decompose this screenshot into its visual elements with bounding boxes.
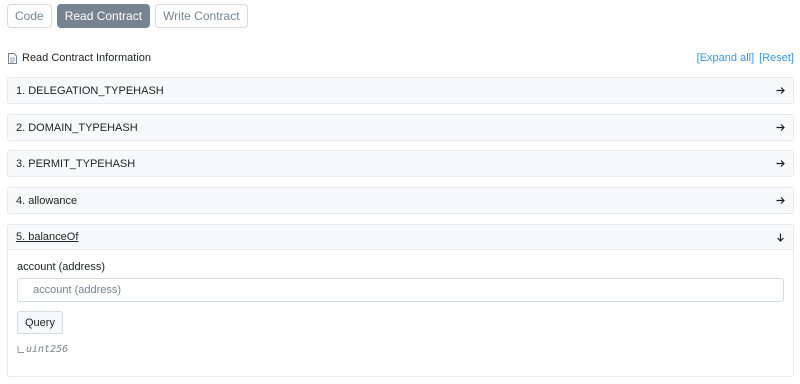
function-header-allowance[interactable]: 4. allowance [8, 188, 793, 213]
arrow-right-icon [776, 197, 785, 204]
function-header-domain-typehash[interactable]: 2. DOMAIN_TYPEHASH [8, 115, 793, 140]
function-panel-4: 4. allowance [7, 187, 794, 214]
function-header-permit-typehash[interactable]: 3. PERMIT_TYPEHASH [8, 151, 793, 176]
function-title: 2. DOMAIN_TYPEHASH [16, 121, 138, 134]
function-panel-2: 2. DOMAIN_TYPEHASH [7, 114, 794, 141]
output-row: uint256 [17, 344, 784, 355]
arrow-down-icon [777, 233, 784, 242]
output-type: uint256 [26, 344, 69, 355]
contract-tabs: Code Read Contract Write Contract [7, 4, 248, 28]
arrow-right-icon [776, 87, 785, 94]
function-panel-1: 1. DELEGATION_TYPEHASH [7, 77, 794, 104]
function-header-balanceof[interactable]: 5. balanceOf [8, 225, 793, 250]
arrow-right-icon [776, 160, 785, 167]
read-contract-info-row: Read Contract Information [Expand all] [… [8, 50, 794, 66]
function-title: 1. DELEGATION_TYPEHASH [16, 84, 164, 97]
function-panel-5: 5. balanceOf account (address) Query uin… [7, 224, 794, 377]
account-field-label: account (address) [17, 261, 106, 273]
tab-code[interactable]: Code [7, 4, 52, 28]
function-header-delegation-typehash[interactable]: 1. DELEGATION_TYPEHASH [8, 78, 793, 103]
arrow-right-icon [776, 124, 785, 131]
expand-all-link[interactable]: [Expand all] [697, 52, 754, 64]
function-body-balanceof: account (address) Query uint256 [8, 250, 793, 376]
file-document-icon [8, 52, 17, 64]
function-title: 3. PERMIT_TYPEHASH [16, 157, 136, 170]
info-title-group: Read Contract Information [8, 52, 151, 64]
info-title: Read Contract Information [22, 52, 152, 64]
tab-write-contract[interactable]: Write Contract [155, 4, 248, 28]
function-panel-3: 3. PERMIT_TYPEHASH [7, 150, 794, 177]
reset-link[interactable]: [Reset] [759, 52, 794, 64]
tab-read-contract[interactable]: Read Contract [56, 4, 151, 28]
function-title: 5. balanceOf [16, 231, 79, 243]
query-button[interactable]: Query [17, 311, 63, 334]
account-address-input[interactable] [17, 278, 784, 302]
branch-corner-icon [17, 346, 24, 353]
info-actions: [Expand all] [Reset] [697, 52, 794, 64]
function-title: 4. allowance [16, 194, 78, 207]
